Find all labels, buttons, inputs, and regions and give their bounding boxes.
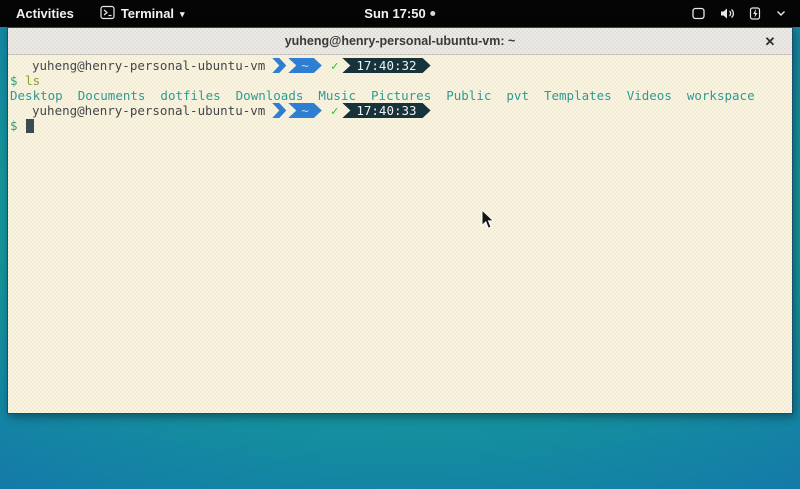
- terminal-window: yuheng@henry-personal-ubuntu-vm: ~ ✕ yuh…: [7, 27, 793, 414]
- ls-output-line: Desktop Documents dotfiles Downloads Music Pi…: [10, 88, 790, 103]
- terminal-app-icon: [100, 5, 115, 23]
- window-titlebar[interactable]: yuheng@henry-personal-ubuntu-vm: ~ ✕: [8, 28, 792, 55]
- volume-icon: [719, 6, 735, 21]
- chevron-down-icon: ▾: [180, 9, 185, 20]
- window-title: yuheng@henry-personal-ubuntu-vm: ~: [285, 34, 516, 48]
- directory-name: Downloads: [236, 88, 304, 103]
- system-status-area[interactable]: [691, 0, 786, 27]
- directory-name: Documents: [78, 88, 146, 103]
- chevron-down-icon: [776, 10, 786, 17]
- prompt-line: yuheng@henry-personal-ubuntu-vm ~ ✓ 17:4…: [10, 58, 790, 73]
- powerline-chevron-icon: [272, 58, 286, 73]
- notification-dot-icon: [431, 11, 436, 16]
- directory-name: Desktop: [10, 88, 63, 103]
- text-cursor-block: [26, 119, 34, 133]
- screen-icon: [691, 6, 706, 21]
- powerline-chevron-icon: [272, 103, 286, 118]
- directory-name: Public: [446, 88, 491, 103]
- battery-charging-icon: [748, 6, 763, 21]
- input-line: $: [10, 118, 790, 133]
- prompt-dollar: $: [10, 73, 25, 88]
- directory-name: pvt: [506, 88, 529, 103]
- command-text: ls: [25, 73, 40, 88]
- command-line: $ ls: [10, 73, 790, 88]
- close-icon: ✕: [765, 34, 776, 50]
- terminal-screen[interactable]: yuheng@henry-personal-ubuntu-vm ~ ✓ 17:4…: [8, 55, 792, 413]
- app-menu-terminal[interactable]: Terminal ▾: [100, 5, 185, 23]
- prompt-user-host: yuheng@henry-personal-ubuntu-vm: [32, 58, 265, 73]
- check-icon: ✓: [331, 103, 339, 118]
- app-menu-label: Terminal: [121, 6, 174, 21]
- directory-name: Pictures: [371, 88, 431, 103]
- clock-button[interactable]: Sun 17:50: [364, 6, 435, 21]
- prompt-dollar: $: [10, 118, 25, 133]
- prompt-time-segment: 17:40:33: [342, 103, 430, 118]
- check-icon: ✓: [331, 58, 339, 73]
- close-button[interactable]: ✕: [758, 28, 782, 55]
- prompt-path-segment: ~: [288, 103, 322, 118]
- prompt-path-segment: ~: [288, 58, 322, 73]
- directory-name: Music: [318, 88, 356, 103]
- directory-name: Templates: [544, 88, 612, 103]
- directory-name: Videos: [627, 88, 672, 103]
- directory-name: workspace: [687, 88, 755, 103]
- top-bar: Activities Terminal ▾ Sun 17:50: [0, 0, 800, 27]
- activities-button[interactable]: Activities: [12, 4, 78, 23]
- clock-label: Sun 17:50: [364, 6, 425, 21]
- prompt-time-segment: 17:40:32: [342, 58, 430, 73]
- prompt-line: yuheng@henry-personal-ubuntu-vm ~ ✓ 17:4…: [10, 103, 790, 118]
- prompt-user-host: yuheng@henry-personal-ubuntu-vm: [32, 103, 265, 118]
- directory-name: dotfiles: [160, 88, 220, 103]
